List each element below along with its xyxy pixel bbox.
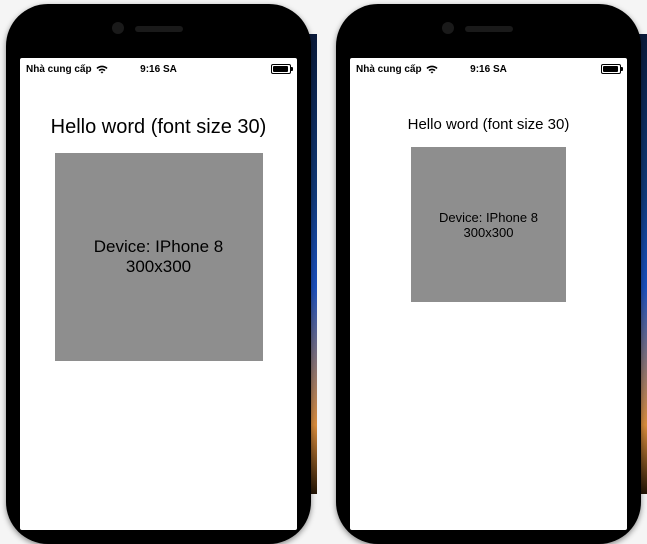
status-bar: Nhà cung cấp 9:16 SA: [350, 58, 627, 76]
phone-iphone8-left: Nhà cung cấp 9:16 SA Hello word (font si…: [6, 4, 311, 544]
screen: Nhà cung cấp 9:16 SA Hello word (font si…: [350, 58, 627, 530]
carrier-label: Nhà cung cấp: [356, 64, 422, 75]
battery-icon: [271, 64, 291, 74]
box-dimensions-label: 300x300: [464, 225, 514, 240]
status-bar: Nhà cung cấp 9:16 SA: [20, 58, 297, 76]
clock-label: 9:16 SA: [140, 64, 177, 75]
background-wallpaper-sliver: [309, 34, 317, 494]
box-device-label: Device: IPhone 8: [439, 210, 538, 225]
phone-iphone8-right: Nhà cung cấp 9:16 SA Hello word (font si…: [336, 4, 641, 544]
gray-box: Device: IPhone 8 300x300: [55, 153, 263, 361]
app-content: Hello word (font size 30) Device: IPhone…: [20, 76, 297, 530]
app-content: Hello word (font size 30) Device: IPhone…: [350, 76, 627, 530]
wifi-icon: [426, 65, 438, 74]
box-dimensions-label: 300x300: [126, 257, 191, 277]
wifi-icon: [96, 65, 108, 74]
box-device-label: Device: IPhone 8: [94, 237, 223, 257]
background-wallpaper-sliver: [639, 34, 647, 494]
title-label: Hello word (font size 30): [51, 116, 267, 139]
carrier-label: Nhà cung cấp: [26, 64, 92, 75]
battery-icon: [601, 64, 621, 74]
clock-label: 9:16 SA: [470, 64, 507, 75]
screen: Nhà cung cấp 9:16 SA Hello word (font si…: [20, 58, 297, 530]
gray-box: Device: IPhone 8 300x300: [411, 147, 566, 302]
title-label: Hello word (font size 30): [408, 116, 570, 133]
